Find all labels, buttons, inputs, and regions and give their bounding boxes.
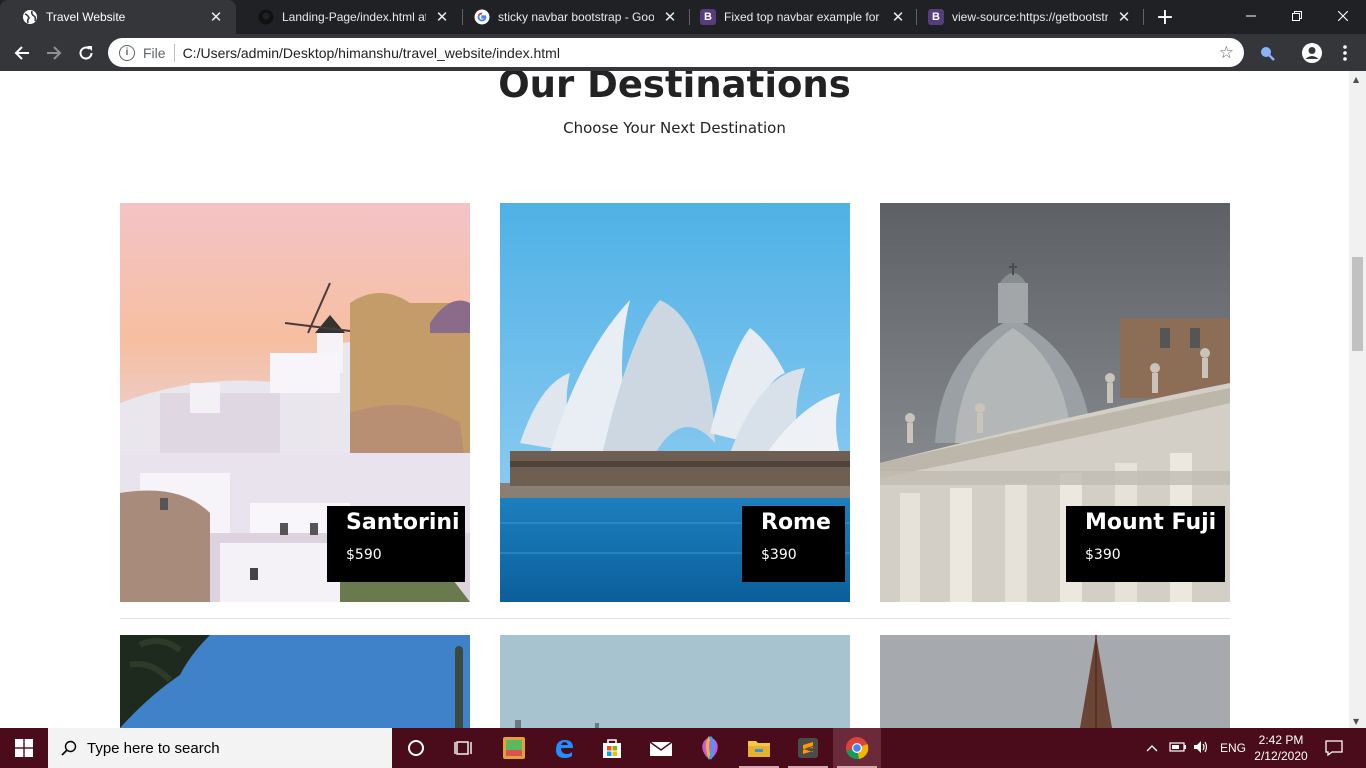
section-title: Our Destinations xyxy=(498,71,851,106)
destination-name: Mount Fuji xyxy=(1085,510,1217,535)
close-tab-icon[interactable]: ✕ xyxy=(1114,7,1134,27)
browser-tab-strip: Travel Website ✕ Landing-Page/index.html… xyxy=(0,0,1366,34)
close-tab-icon[interactable]: ✕ xyxy=(206,7,226,27)
language-indicator[interactable]: ENG xyxy=(1220,741,1246,755)
close-tab-icon[interactable]: ✕ xyxy=(888,7,908,27)
file-explorer-icon[interactable] xyxy=(735,728,783,768)
tab-fixed-top-navbar[interactable]: B Fixed top navbar example for B ✕ xyxy=(678,0,918,34)
destination-caption: Mount Fuji $390 xyxy=(1066,506,1225,582)
url-scheme: File xyxy=(143,44,166,61)
destination-caption: Santorini $590 xyxy=(327,506,465,582)
search-icon xyxy=(61,740,77,756)
row-divider xyxy=(120,618,1230,619)
reload-button[interactable] xyxy=(72,39,100,67)
restore-button[interactable] xyxy=(1274,0,1320,32)
section-subtitle: Choose Your Next Destination xyxy=(563,119,786,137)
destination-card[interactable] xyxy=(880,635,1230,728)
cortana-icon[interactable] xyxy=(392,728,440,768)
forward-arrow-icon xyxy=(47,46,62,60)
destination-price: $590 xyxy=(346,547,382,563)
destination-card[interactable] xyxy=(120,635,470,728)
tab-view-source[interactable]: B view-source:https://getbootstr ✕ xyxy=(906,0,1144,34)
start-button[interactable] xyxy=(0,728,48,768)
destination-caption: Rome $390 xyxy=(742,506,845,582)
browser-toolbar: i File C:/Users/admin/Desktop/himanshu/t… xyxy=(0,34,1366,71)
reload-icon xyxy=(79,46,93,60)
sublime-text-icon[interactable] xyxy=(784,728,832,768)
volume-icon[interactable] xyxy=(1190,740,1212,757)
search-placeholder: Type here to search xyxy=(87,739,220,757)
scrollbar-thumb[interactable] xyxy=(1352,257,1363,351)
close-window-button[interactable] xyxy=(1320,0,1366,32)
tab-title: view-source:https://getbootstr xyxy=(952,10,1108,24)
back-button[interactable] xyxy=(8,39,36,67)
paint-app-icon[interactable] xyxy=(686,728,734,768)
back-arrow-icon xyxy=(14,46,29,60)
info-icon[interactable]: i xyxy=(119,44,135,61)
edge-icon[interactable] xyxy=(540,728,588,768)
chevron-up-icon[interactable] xyxy=(1144,741,1160,755)
windows-logo-icon xyxy=(15,739,33,757)
destination-name: Santorini xyxy=(346,510,460,535)
windows-taskbar: Type here to search ENG 2:42 PM 2/12/202… xyxy=(0,728,1366,768)
new-tab-button[interactable]: + xyxy=(1153,5,1177,30)
profile-avatar-icon[interactable] xyxy=(1301,42,1323,64)
system-tray: ENG xyxy=(1144,728,1246,768)
tab-title: Landing-Page/index.html at m xyxy=(282,10,426,24)
mail-icon[interactable] xyxy=(637,728,685,768)
page-scrollbar[interactable]: ▲ ▼ xyxy=(1349,71,1366,728)
system-clock[interactable]: 2:42 PM 2/12/2020 xyxy=(1248,732,1314,764)
tab-google-search[interactable]: sticky navbar bootstrap - Goog ✕ xyxy=(452,0,690,34)
bookmark-star-icon[interactable]: ☆ xyxy=(1219,43,1234,63)
clock-date: 2/12/2020 xyxy=(1254,749,1308,763)
tab-title: Travel Website xyxy=(46,10,126,24)
github-icon xyxy=(258,9,274,25)
destination-card[interactable] xyxy=(500,635,850,728)
clock-time: 2:42 PM xyxy=(1258,733,1304,747)
tab-landing-page[interactable]: Landing-Page/index.html at m ✕ xyxy=(236,0,462,34)
destination-card-santorini[interactable]: Santorini $590 xyxy=(120,203,470,602)
notifications-icon[interactable] xyxy=(1310,728,1358,768)
scroll-down-arrow-icon[interactable]: ▼ xyxy=(1353,717,1359,726)
bootstrap-icon: B xyxy=(928,9,944,25)
menu-dots-icon[interactable] xyxy=(1334,42,1356,64)
destination-name: Rome xyxy=(761,510,831,535)
close-tab-icon[interactable]: ✕ xyxy=(432,7,452,27)
destination-price: $390 xyxy=(761,547,797,563)
task-view-icon[interactable] xyxy=(440,728,488,768)
tab-title: sticky navbar bootstrap - Goog xyxy=(498,10,654,24)
forward-button[interactable] xyxy=(40,39,68,67)
address-bar[interactable]: i File C:/Users/admin/Desktop/himanshu/t… xyxy=(108,38,1244,67)
url-text[interactable]: C:/Users/admin/Desktop/himanshu/travel_w… xyxy=(183,45,1219,61)
taskbar-search-box[interactable]: Type here to search xyxy=(48,728,392,768)
tab-travel-website[interactable]: Travel Website ✕ xyxy=(0,0,236,34)
destination-image xyxy=(500,635,850,728)
minimize-button[interactable] xyxy=(1228,0,1274,32)
tab-title: Fixed top navbar example for B xyxy=(724,10,882,24)
close-tab-icon[interactable]: ✕ xyxy=(660,7,680,27)
extension-icon[interactable] xyxy=(1256,42,1278,64)
paint-3d-icon[interactable] xyxy=(490,728,538,768)
destination-image xyxy=(880,635,1230,728)
destination-card-rome[interactable]: Rome $390 xyxy=(500,203,850,602)
battery-icon[interactable] xyxy=(1166,741,1190,756)
destination-card-mount-fuji[interactable]: Mount Fuji $390 xyxy=(880,203,1230,602)
google-icon xyxy=(474,9,490,25)
destination-price: $390 xyxy=(1085,547,1121,563)
store-icon[interactable] xyxy=(588,728,636,768)
page-viewport: Our Destinations Choose Your Next Destin… xyxy=(0,71,1349,728)
globe-icon xyxy=(22,9,38,25)
scroll-up-arrow-icon[interactable]: ▲ xyxy=(1353,75,1359,84)
chrome-icon[interactable] xyxy=(833,728,881,768)
bootstrap-icon: B xyxy=(700,9,716,25)
destination-image xyxy=(120,635,470,728)
